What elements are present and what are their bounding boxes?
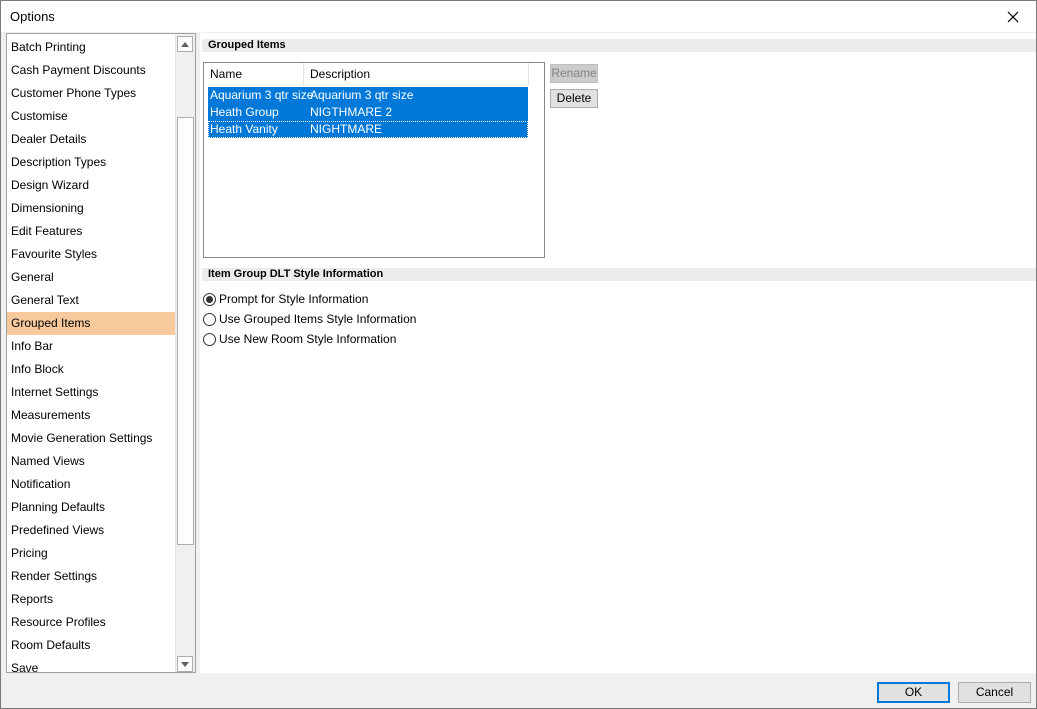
close-button[interactable] bbox=[990, 1, 1036, 32]
scroll-down-button[interactable] bbox=[177, 656, 193, 672]
radio-option[interactable]: Prompt for Style Information bbox=[203, 290, 368, 308]
cancel-button[interactable]: Cancel bbox=[958, 682, 1031, 703]
scroll-thumb[interactable] bbox=[177, 117, 194, 545]
sidebar-item-planning-defaults[interactable]: Planning Defaults bbox=[7, 496, 175, 519]
sidebar-item-batch-printing[interactable]: Batch Printing bbox=[7, 36, 175, 59]
sidebar-item-render-settings[interactable]: Render Settings bbox=[7, 565, 175, 588]
radio-button[interactable] bbox=[203, 332, 216, 346]
sidebar-item-measurements[interactable]: Measurements bbox=[7, 404, 175, 427]
column-header-name[interactable]: Name bbox=[204, 63, 304, 86]
sidebar-item-general[interactable]: General bbox=[7, 266, 175, 289]
options-category-list[interactable]: Batch Printing Cash Payment Discounts Cust… bbox=[6, 33, 196, 673]
ok-button[interactable]: OK bbox=[877, 682, 950, 703]
sidebar-item-design-wizard[interactable]: Design Wizard bbox=[7, 174, 175, 197]
radio-label: Use Grouped Items Style Information bbox=[219, 312, 417, 326]
delete-button[interactable]: Delete bbox=[550, 89, 598, 108]
sidebar-item-favourite-styles[interactable]: Favourite Styles bbox=[7, 243, 175, 266]
sidebar-item-grouped-items[interactable]: Grouped Items bbox=[7, 312, 175, 335]
table-row[interactable]: Heath Vanity NIGHTMARE bbox=[208, 121, 528, 138]
scroll-up-button[interactable] bbox=[177, 36, 193, 52]
row-description-cell: NIGHTMARE bbox=[310, 122, 382, 136]
list-header: Name Description bbox=[204, 63, 544, 86]
arrow-up-icon bbox=[181, 41, 189, 47]
sidebar-item-cash-payment-discounts[interactable]: Cash Payment Discounts bbox=[7, 59, 175, 82]
row-description-cell: NIGTHMARE 2 bbox=[310, 105, 393, 119]
sidebar-scrollbar[interactable] bbox=[175, 34, 195, 672]
grouped-items-list[interactable]: Name Description Aquarium 3 qtr size Aqua… bbox=[203, 62, 545, 258]
grouped-items-header: Grouped Items bbox=[202, 39, 1036, 52]
sidebar-item-pricing[interactable]: Pricing bbox=[7, 542, 175, 565]
radio-option[interactable]: Use New Room Style Information bbox=[203, 330, 396, 348]
radio-label: Use New Room Style Information bbox=[219, 332, 397, 346]
sidebar-item-movie-generation-settings[interactable]: Movie Generation Settings bbox=[7, 427, 175, 450]
column-header-description[interactable]: Description bbox=[304, 63, 529, 86]
sidebar-item-edit-features[interactable]: Edit Features bbox=[7, 220, 175, 243]
sidebar-item-dealer-details[interactable]: Dealer Details bbox=[7, 128, 175, 151]
radio-button[interactable] bbox=[203, 312, 216, 326]
sidebar-item-dimensioning[interactable]: Dimensioning bbox=[7, 197, 175, 220]
radio-option[interactable]: Use Grouped Items Style Information bbox=[203, 310, 416, 328]
options-dialog: Options Batch Printing Cash Payment Disco… bbox=[0, 0, 1037, 709]
sidebar-item-notification[interactable]: Notification bbox=[7, 473, 175, 496]
sidebar-item-info-bar[interactable]: Info Bar bbox=[7, 335, 175, 358]
row-name-cell: Heath Group bbox=[210, 105, 279, 119]
title-bar: Options bbox=[1, 1, 1036, 32]
sidebar-item-description-types[interactable]: Description Types bbox=[7, 151, 175, 174]
table-row[interactable]: Aquarium 3 qtr size Aquarium 3 qtr size bbox=[208, 87, 528, 104]
close-icon bbox=[1007, 11, 1019, 22]
window-title: Options bbox=[10, 9, 55, 24]
radio-label: Prompt for Style Information bbox=[219, 292, 369, 306]
table-row[interactable]: Heath Group NIGTHMARE 2 bbox=[208, 104, 528, 121]
row-name-cell: Aquarium 3 qtr size bbox=[210, 88, 314, 102]
radio-button[interactable] bbox=[203, 292, 216, 306]
row-name-cell: Heath Vanity bbox=[210, 122, 278, 136]
row-description-cell: Aquarium 3 qtr size bbox=[310, 88, 414, 102]
sidebar-item-save[interactable]: Save bbox=[7, 657, 175, 672]
sidebar-item-customise[interactable]: Customise bbox=[7, 105, 175, 128]
sidebar-item-internet-settings[interactable]: Internet Settings bbox=[7, 381, 175, 404]
sidebar-item-customer-phone-types[interactable]: Customer Phone Types bbox=[7, 82, 175, 105]
arrow-down-icon bbox=[181, 661, 189, 667]
sidebar-item-general-text[interactable]: General Text bbox=[7, 289, 175, 312]
sidebar-item-info-block[interactable]: Info Block bbox=[7, 358, 175, 381]
sidebar-item-room-defaults[interactable]: Room Defaults bbox=[7, 634, 175, 657]
rename-button[interactable]: Rename bbox=[550, 64, 598, 83]
style-info-header: Item Group DLT Style Information bbox=[202, 268, 1036, 281]
settings-panel: Grouped Items Name Description Aquarium … bbox=[200, 33, 1036, 673]
sidebar-item-named-views[interactable]: Named Views bbox=[7, 450, 175, 473]
sidebar-item-predefined-views[interactable]: Predefined Views bbox=[7, 519, 175, 542]
sidebar-item-reports[interactable]: Reports bbox=[7, 588, 175, 611]
sidebar-item-resource-profiles[interactable]: Resource Profiles bbox=[7, 611, 175, 634]
